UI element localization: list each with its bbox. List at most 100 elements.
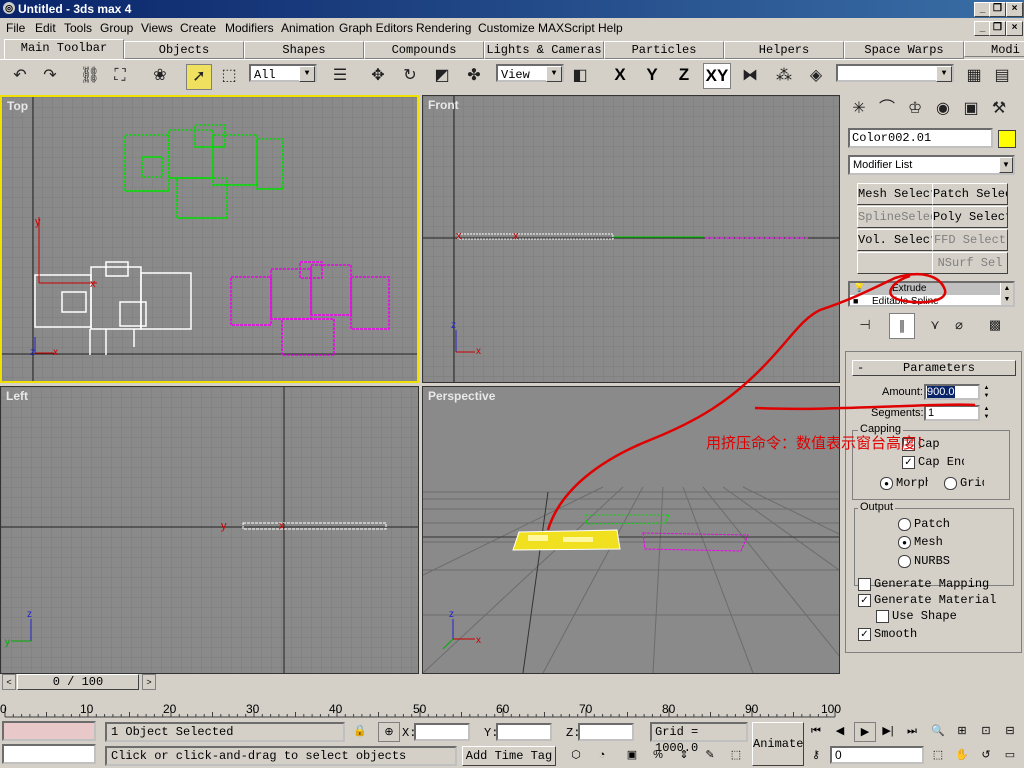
- maxscript-listener-mini[interactable]: [2, 721, 96, 741]
- animate-button[interactable]: Animate: [752, 722, 804, 766]
- edit-named-selections-icon[interactable]: ✎: [700, 746, 720, 764]
- poly-select-button[interactable]: Poly Select: [932, 206, 1008, 228]
- nurbs-radio[interactable]: [898, 555, 911, 568]
- ffd-select-button[interactable]: FFD Select: [932, 229, 1008, 251]
- empty-modifier-button[interactable]: [857, 252, 933, 274]
- menu-help[interactable]: Help: [598, 21, 623, 35]
- spinner-snap-icon[interactable]: ⇕: [674, 746, 694, 764]
- create-panel-icon[interactable]: ✳: [847, 97, 871, 121]
- spline-select-button[interactable]: SplineSelect: [857, 206, 933, 228]
- configure-modifier-sets-icon[interactable]: ▩: [983, 313, 1007, 337]
- doc-close-button[interactable]: ×: [1006, 21, 1023, 36]
- rectangular-selection-icon[interactable]: ⬚: [217, 64, 241, 88]
- tab-space-warps[interactable]: Space Warps: [844, 41, 964, 59]
- bind-space-warp-icon[interactable]: ❀: [148, 64, 172, 88]
- track-view-icon[interactable]: ▦: [962, 64, 986, 88]
- track-bar[interactable]: 0 10 20 30 40 50 60 70 80 90 100: [0, 690, 841, 720]
- window-crossing-icon[interactable]: ⬚: [726, 746, 746, 764]
- unlink-icon[interactable]: ⛶: [108, 64, 132, 88]
- mirror-icon[interactable]: ⧓: [738, 64, 762, 88]
- selection-filter-dropdown[interactable]: All ▼: [249, 64, 317, 82]
- generate-material-checkbox[interactable]: ✓: [858, 594, 871, 607]
- array-icon[interactable]: ⁂: [772, 64, 796, 88]
- light-bulb-icon[interactable]: 💡: [853, 283, 865, 293]
- reference-coordinate-dropdown[interactable]: View ▼: [496, 64, 564, 82]
- menu-animation[interactable]: Animation: [281, 21, 334, 35]
- segments-spinner[interactable]: ▲ ▼: [982, 405, 991, 421]
- add-time-tag-button[interactable]: Add Time Tag: [462, 746, 556, 766]
- tab-compounds[interactable]: Compounds: [364, 41, 484, 59]
- zoom-extents-icon[interactable]: ⊡: [976, 722, 996, 740]
- region-zoom-icon[interactable]: ⬚: [928, 746, 948, 764]
- snap-toggle-icon[interactable]: ◔: [592, 746, 612, 764]
- tab-shapes[interactable]: Shapes: [244, 41, 364, 59]
- patch-radio[interactable]: [898, 518, 911, 531]
- menu-group[interactable]: Group: [100, 21, 133, 35]
- pan-icon[interactable]: ✋: [952, 746, 972, 764]
- pin-stack-icon[interactable]: ⊣: [853, 313, 877, 337]
- next-frame-icon[interactable]: >: [142, 674, 156, 690]
- play-icon[interactable]: ▶: [854, 722, 876, 742]
- modifier-list-dropdown[interactable]: Modifier List ▼: [848, 155, 1015, 175]
- mesh-radio[interactable]: ●: [898, 536, 911, 549]
- time-slider[interactable]: < 0 / 100 >: [0, 673, 158, 690]
- tab-lights-cameras[interactable]: Lights & Cameras: [484, 41, 604, 59]
- nsurf-sel-button[interactable]: NSurf Sel: [932, 252, 1008, 274]
- patch-select-button[interactable]: Patch Select: [932, 183, 1008, 205]
- y-coordinate-field[interactable]: [496, 723, 552, 741]
- motion-panel-icon[interactable]: ◉: [931, 97, 955, 121]
- go-to-start-icon[interactable]: ⏮: [806, 722, 826, 740]
- frame-display[interactable]: 0 / 100: [17, 674, 139, 690]
- viewport-left-label[interactable]: Left: [6, 389, 28, 403]
- remove-modifier-icon[interactable]: ⌀: [947, 313, 971, 337]
- manipulate-icon[interactable]: ✤: [462, 64, 486, 88]
- move-icon[interactable]: ✥: [366, 64, 390, 88]
- tab-modifiers[interactable]: Modi: [964, 41, 1024, 57]
- vol-select-button[interactable]: Vol. Select: [857, 229, 933, 251]
- menu-create[interactable]: Create: [180, 21, 216, 35]
- zoom-icon[interactable]: 🔍: [928, 722, 948, 740]
- arc-rotate-icon[interactable]: ↺: [976, 746, 996, 764]
- viewport-top-label[interactable]: Top: [7, 99, 28, 113]
- angle-snap-icon[interactable]: ▣: [622, 746, 642, 764]
- viewport-top[interactable]: y x z x Top: [0, 95, 419, 383]
- stack-item-editable-spline[interactable]: ■ Editable Spline: [850, 296, 1000, 305]
- x-coordinate-field[interactable]: [414, 723, 470, 741]
- current-frame-field[interactable]: 0: [830, 746, 924, 764]
- menu-customize[interactable]: Customize: [478, 21, 535, 35]
- go-to-end-icon[interactable]: ⏭: [902, 722, 922, 740]
- menu-tools[interactable]: Tools: [64, 21, 92, 35]
- z-coordinate-field[interactable]: [578, 723, 634, 741]
- display-panel-icon[interactable]: ▣: [959, 97, 983, 121]
- mesh-select-button[interactable]: Mesh Select: [857, 183, 933, 205]
- use-shape-checkbox[interactable]: [876, 610, 889, 623]
- next-frame-icon[interactable]: ▶|: [878, 722, 898, 740]
- schematic-view-icon[interactable]: ▤: [990, 64, 1014, 88]
- restrict-x-button[interactable]: X: [607, 63, 633, 87]
- stack-scrollbar[interactable]: ▲ ▼: [1001, 283, 1013, 305]
- rollout-header[interactable]: - Parameters: [852, 360, 1016, 376]
- viewport-perspective-label[interactable]: Perspective: [428, 389, 495, 403]
- maxscript-input-mini[interactable]: [2, 744, 96, 764]
- percent-snap-icon[interactable]: %: [648, 746, 668, 764]
- rotate-icon[interactable]: ↻: [398, 64, 422, 88]
- amount-field[interactable]: 900.0: [924, 384, 980, 400]
- zoom-all-icon[interactable]: ⊞: [952, 722, 972, 740]
- menu-maxscript[interactable]: MAXScript: [538, 21, 595, 35]
- show-end-result-icon[interactable]: ∥: [889, 313, 915, 339]
- menu-rendering[interactable]: Rendering: [416, 21, 471, 35]
- viewport-front[interactable]: x x z x Front: [422, 95, 840, 383]
- pivot-center-icon[interactable]: ◧: [568, 64, 592, 88]
- smooth-checkbox[interactable]: ✓: [858, 628, 871, 641]
- segments-field[interactable]: 1: [924, 405, 980, 421]
- select-by-name-icon[interactable]: ☰: [328, 64, 352, 88]
- generate-mapping-checkbox[interactable]: [858, 578, 871, 591]
- object-color-swatch[interactable]: [998, 130, 1016, 148]
- menu-modifiers[interactable]: Modifiers: [225, 21, 274, 35]
- degradation-override-icon[interactable]: ⬡: [566, 746, 586, 764]
- app-icon[interactable]: ◎: [3, 2, 15, 14]
- expand-icon[interactable]: ■: [853, 296, 858, 305]
- select-and-link-icon[interactable]: ⛓: [78, 64, 102, 88]
- menu-graph-editors[interactable]: Graph Editors: [339, 21, 413, 35]
- amount-spinner[interactable]: ▲ ▼: [982, 384, 991, 400]
